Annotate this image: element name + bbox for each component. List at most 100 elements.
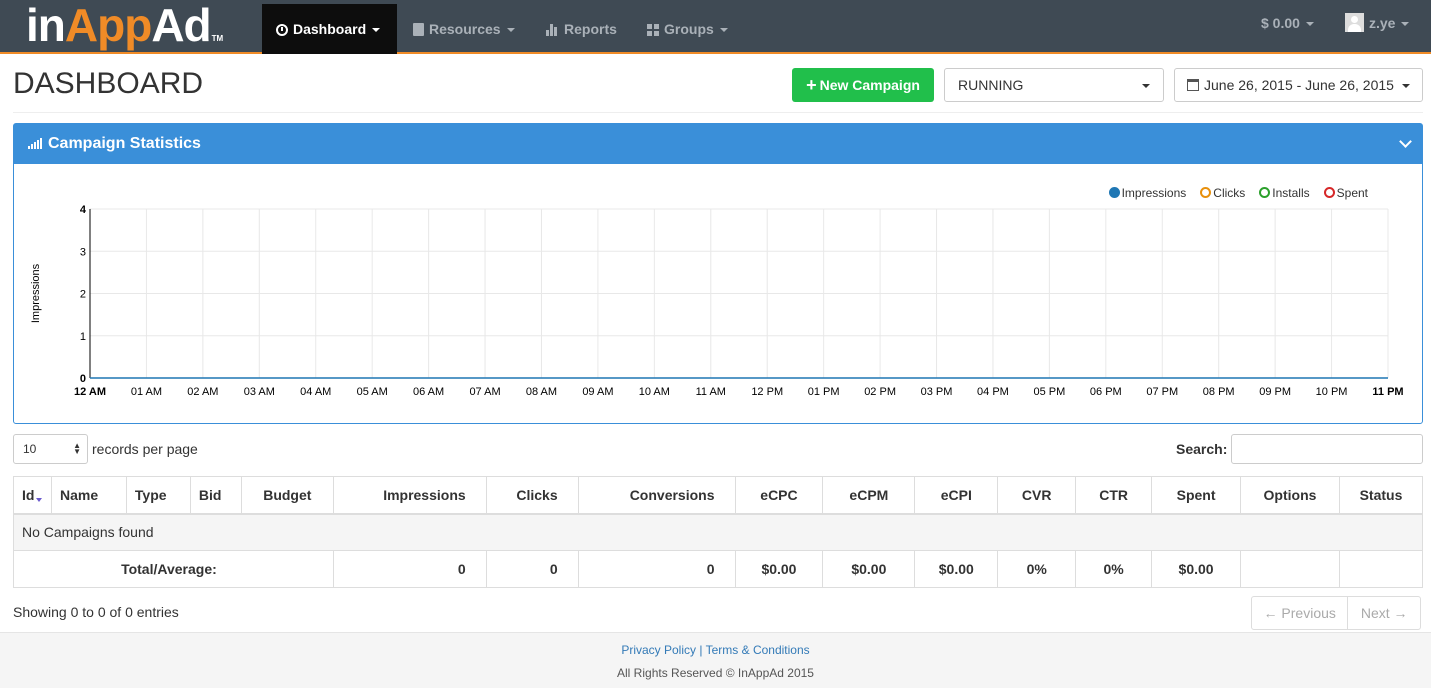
x-tick-label: 12 PM [751, 386, 783, 398]
new-campaign-label: New Campaign [819, 77, 920, 93]
y-tick-label: 3 [80, 246, 86, 258]
total-spent: $0.00 [1151, 550, 1242, 588]
chevron-down-icon [1401, 84, 1410, 89]
date-range-picker[interactable]: June 26, 2015 - June 26, 2015 [1174, 68, 1423, 102]
privacy-policy-link[interactable]: Privacy Policy [621, 643, 696, 657]
impressions-chart: 0 1 2 3 4 12 AM 01 AM 02 AM 03 AM 04 AM 05 AM 06 AM… [30, 204, 1404, 398]
nav-dashboard-label: Dashboard [293, 21, 367, 37]
dashboard-icon [276, 24, 288, 36]
x-tick-label: 01 PM [808, 386, 840, 398]
total-ecpc: $0.00 [734, 550, 824, 588]
column-header-cvr[interactable]: CVR [997, 476, 1077, 515]
column-header-ecpc[interactable]: eCPC [734, 476, 824, 515]
book-icon [413, 23, 424, 36]
x-tick-label: 03 AM [244, 386, 275, 398]
chevron-down-icon [506, 28, 515, 33]
next-page-button[interactable]: Next → [1348, 597, 1420, 629]
signal-icon [28, 138, 43, 149]
column-header-clicks[interactable]: Clicks [485, 476, 579, 515]
terms-link[interactable]: Terms & Conditions [706, 643, 810, 657]
column-header-status[interactable]: Status [1338, 476, 1424, 515]
x-tick-label: 02 AM [187, 386, 218, 398]
sort-icon [36, 497, 43, 502]
total-cvr: 0% [997, 550, 1077, 588]
chevron-down-icon [719, 28, 728, 33]
column-header-ecpi[interactable]: eCPI [914, 476, 999, 515]
nav-groups-label: Groups [664, 21, 714, 37]
x-tick-label: 01 AM [131, 386, 162, 398]
divider [13, 112, 1423, 113]
column-header-impressions[interactable]: Impressions [332, 476, 487, 515]
collapse-chevron-icon[interactable] [1399, 135, 1412, 148]
avatar [1345, 13, 1364, 32]
total-ctr: 0% [1075, 550, 1153, 588]
column-header-options[interactable]: Options [1240, 476, 1340, 515]
new-campaign-button[interactable]: + New Campaign [792, 68, 934, 102]
panel-title: Campaign Statistics [48, 135, 201, 152]
calendar-icon [1187, 79, 1199, 91]
page-length-label: records per page [92, 441, 198, 457]
x-tick-label: 09 AM [582, 386, 613, 398]
status-select[interactable]: RUNNING [944, 68, 1164, 102]
campaigns-table: Id Name Type Bid Budget Impressions Clic… [13, 476, 1424, 588]
column-header-id[interactable]: Id [13, 476, 52, 515]
column-header-conversions[interactable]: Conversions [577, 476, 736, 515]
table-info: Showing 0 to 0 of 0 entries [13, 604, 179, 620]
x-tick-label: 12 AM [74, 386, 106, 398]
y-tick-label: 2 [80, 289, 86, 301]
previous-page-button[interactable]: ← Previous [1252, 597, 1349, 629]
top-navbar: inAppAdTM Dashboard Resources Reports Gr… [0, 0, 1431, 54]
nav-groups[interactable]: Groups [633, 4, 742, 54]
page-title: DASHBOARD [13, 67, 204, 100]
x-tick-label: 08 PM [1203, 386, 1235, 398]
totals-label: Total/Average: [13, 550, 334, 588]
x-tick-label: 07 AM [469, 386, 500, 398]
search-label: Search: [1176, 441, 1228, 457]
date-range-value: June 26, 2015 - June 26, 2015 [1204, 77, 1394, 93]
search-input[interactable] [1231, 434, 1423, 464]
x-tick-label: 06 AM [413, 386, 444, 398]
panel-heading: Campaign Statistics [14, 124, 1422, 164]
x-tick-label: 04 PM [977, 386, 1009, 398]
total-status [1338, 550, 1424, 588]
footer-separator: | [699, 643, 703, 657]
x-tick-label: 07 PM [1146, 386, 1178, 398]
total-ecpi: $0.00 [914, 550, 999, 588]
column-header-bid[interactable]: Bid [189, 476, 242, 515]
page-length-select[interactable]: 10 ▲ ▼ [13, 434, 88, 464]
y-axis-label: Impressions [30, 263, 42, 323]
copyright: All Rights Reserved © InAppAd 2015 [617, 666, 814, 680]
footer: Privacy Policy | Terms & Conditions All … [0, 632, 1431, 688]
nav-dashboard[interactable]: Dashboard [262, 4, 397, 54]
updown-arrows-icon: ▲ ▼ [73, 441, 81, 456]
nav-user-menu[interactable]: z.ye [1331, 0, 1423, 48]
x-tick-label: 02 PM [864, 386, 896, 398]
empty-message: No Campaigns found [13, 513, 1423, 551]
chevron-down-icon [1142, 84, 1150, 88]
nav-resources[interactable]: Resources [399, 4, 529, 54]
balance-label: $ 0.00 [1261, 15, 1300, 31]
column-header-spent[interactable]: Spent [1151, 476, 1242, 515]
nav-reports[interactable]: Reports [532, 4, 631, 54]
table-row-totals: Total/Average: 0 0 0 $0.00 $0.00 $0.00 0… [13, 550, 1424, 588]
x-tick-label: 08 AM [526, 386, 557, 398]
column-header-ctr[interactable]: CTR [1075, 476, 1153, 515]
column-header-budget[interactable]: Budget [240, 476, 334, 515]
x-tick-label: 05 AM [357, 386, 388, 398]
username-label: z.ye [1369, 15, 1396, 31]
x-tick-label: 09 PM [1259, 386, 1291, 398]
nav-balance[interactable]: $ 0.00 [1247, 0, 1328, 48]
total-options [1240, 550, 1340, 588]
column-header-name[interactable]: Name [50, 476, 127, 515]
total-ecpm: $0.00 [822, 550, 916, 588]
chevron-down-icon [1305, 22, 1314, 27]
brand-logo[interactable]: inAppAdTM [26, 0, 223, 52]
x-tick-label: 06 PM [1090, 386, 1122, 398]
column-header-type[interactable]: Type [125, 476, 191, 515]
x-tick-label: 11 PM [1372, 386, 1403, 398]
column-header-ecpm[interactable]: eCPM [822, 476, 916, 515]
chevron-down-icon [1401, 22, 1410, 27]
x-tick-label: 11 AM [696, 386, 726, 398]
table-row-empty: No Campaigns found [13, 513, 1423, 551]
chevron-down-icon [372, 28, 381, 33]
